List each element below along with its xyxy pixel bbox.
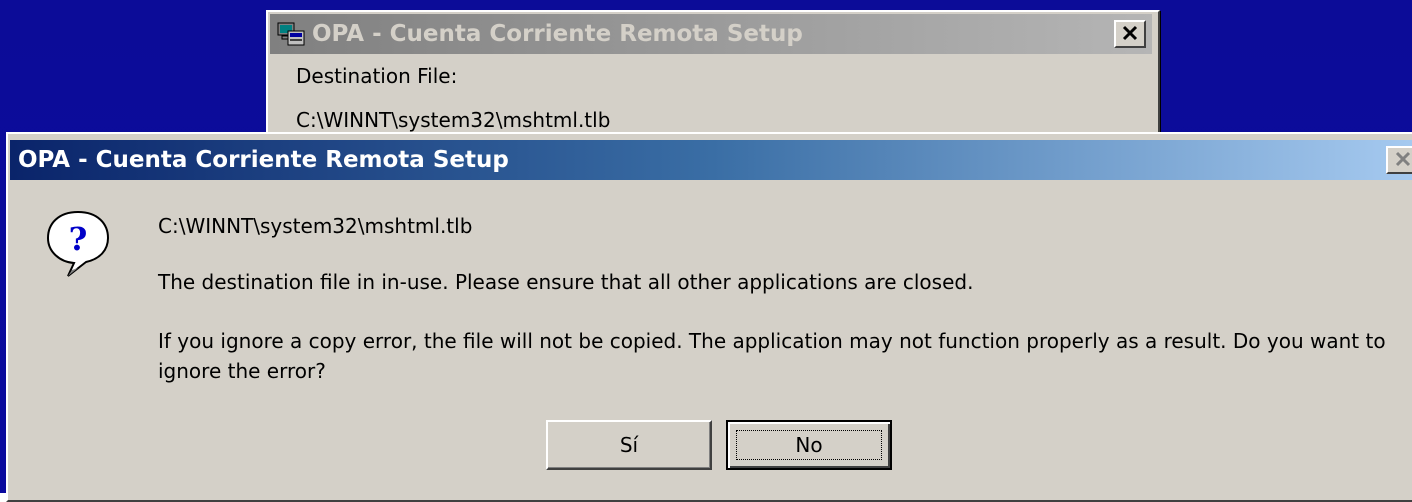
setup-progress-titlebar[interactable]: OPA - Cuenta Corriente Remota Setup — [270, 14, 1152, 54]
no-button[interactable]: No — [726, 420, 892, 470]
dialog-in-use-message: The destination file in in-use. Please e… — [158, 270, 974, 294]
file-in-use-dialog[interactable]: OPA - Cuenta Corriente Remota Setup ? C:… — [6, 132, 1412, 502]
question-icon: ? — [42, 206, 114, 280]
close-icon — [1395, 151, 1411, 167]
dialog-close-button[interactable] — [1386, 146, 1412, 174]
no-button-label: No — [795, 433, 823, 457]
dialog-ignore-question: If you ignore a copy error, the file wil… — [158, 329, 1386, 383]
dialog-file-path: C:\WINNT\system32\mshtml.tlb — [158, 214, 473, 238]
close-icon — [1122, 25, 1138, 41]
svg-text:?: ? — [69, 220, 88, 258]
dialog-titlebar[interactable]: OPA - Cuenta Corriente Remota Setup — [10, 140, 1412, 180]
destination-file-label: Destination File: — [296, 64, 458, 88]
destination-file-path: C:\WINNT\system32\mshtml.tlb — [296, 108, 611, 132]
dialog-title: OPA - Cuenta Corriente Remota Setup — [18, 147, 509, 173]
yes-button[interactable]: Sí — [546, 420, 712, 470]
setup-computer-icon — [276, 19, 306, 49]
yes-button-label: Sí — [619, 433, 639, 457]
setup-progress-title: OPA - Cuenta Corriente Remota Setup — [312, 21, 803, 47]
setup-progress-close-button[interactable] — [1114, 20, 1146, 48]
